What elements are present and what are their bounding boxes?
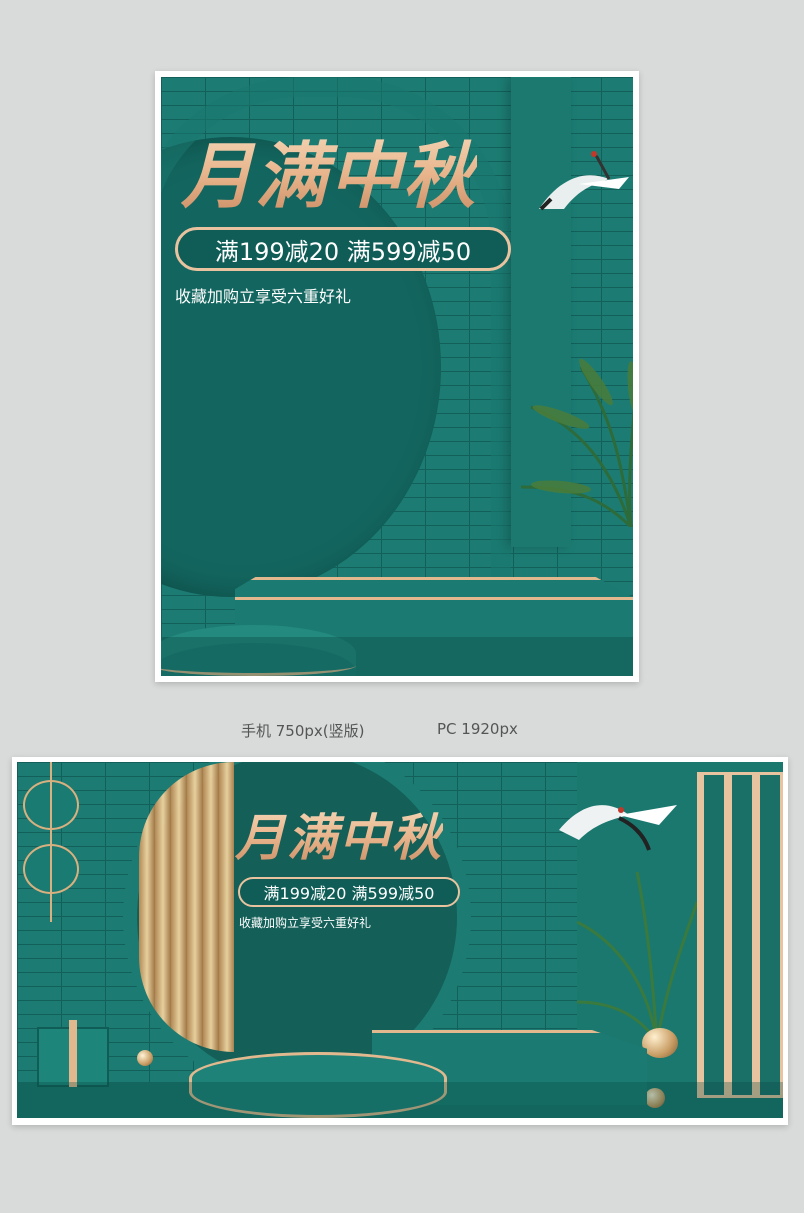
pc-promo-pill: 满199减20 满599减50 (238, 877, 460, 907)
palm-plant (577, 871, 697, 1042)
pc-banner-card: 月满中秋 满199减20 满599减50 收藏加购立享受六重好礼 (12, 757, 788, 1125)
gift-ribbon (69, 1020, 77, 1087)
mobile-subtitle: 收藏加购立享受六重好礼 (175, 287, 352, 306)
pc-title: 月满中秋 (235, 798, 443, 870)
folding-screen (697, 772, 783, 1098)
floor (17, 1082, 783, 1118)
pc-banner-scene: 月满中秋 满199减20 满599减50 收藏加购立享受六重好礼 (17, 762, 783, 1118)
gold-ball (137, 1050, 153, 1066)
mobile-banner-card: 月满中秋 满199减20 满599减50 收藏加购立享受六重好礼 (155, 71, 639, 682)
podium-large-rim (235, 597, 633, 600)
mobile-banner-scene: 月满中秋 满199减20 满599减50 收藏加购立享受六重好礼 (161, 77, 633, 676)
mobile-title: 月满中秋 (181, 117, 477, 222)
plant-pot (642, 1028, 678, 1058)
gold-curtain (139, 762, 234, 1052)
caption-pc: PC 1920px (437, 720, 518, 738)
crane-bird (559, 805, 677, 851)
floor (161, 637, 633, 676)
crane-bird (539, 151, 629, 211)
caption-mobile: 手机 750px(竖版) (241, 722, 365, 740)
lantern-cord (50, 762, 52, 922)
palm-plant (521, 358, 633, 527)
pc-subtitle: 收藏加购立享受六重好礼 (239, 916, 372, 930)
mobile-promo-pill: 满199减20 满599减50 (175, 227, 511, 271)
